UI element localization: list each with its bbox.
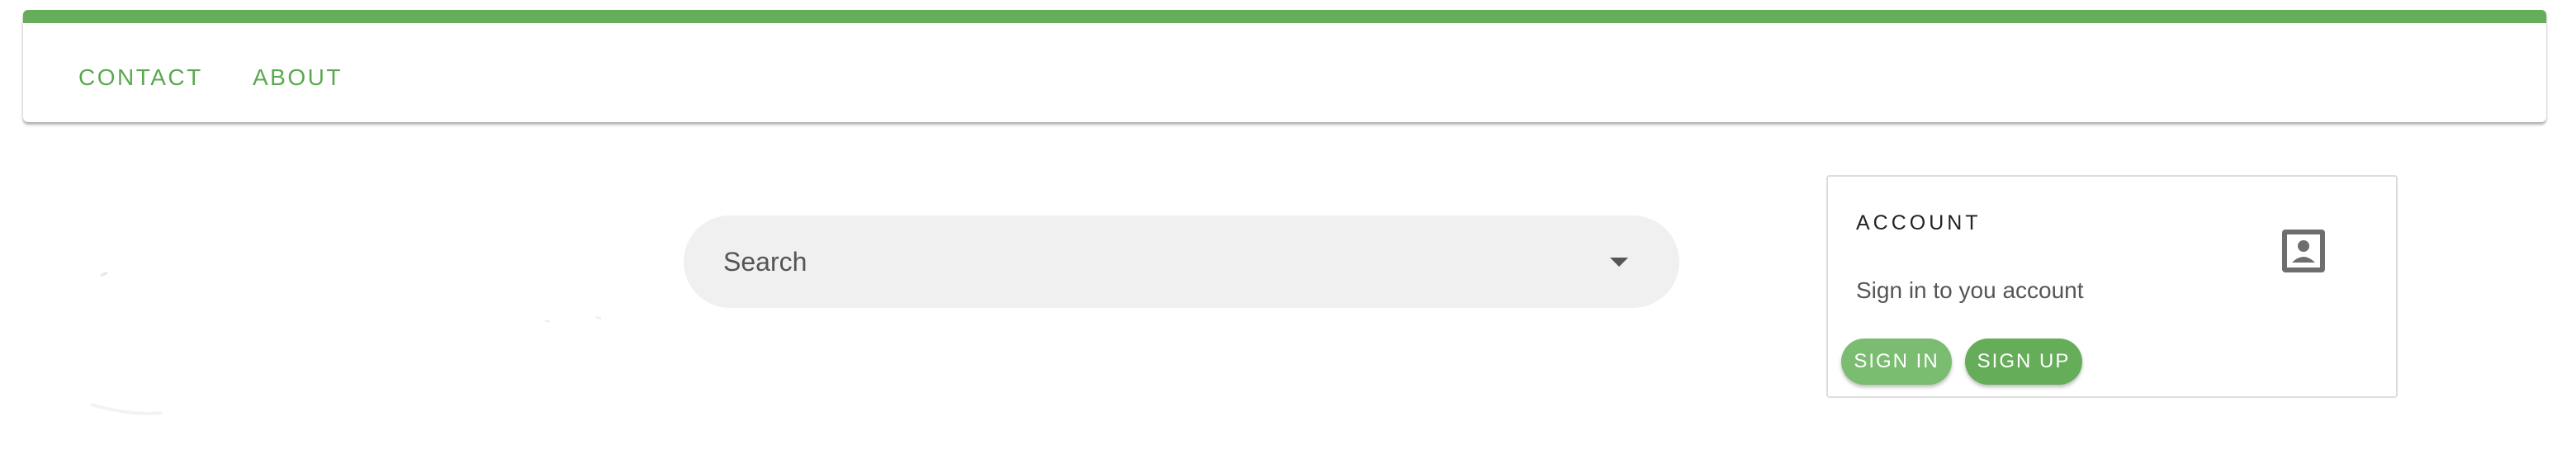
- nav-contact-link[interactable]: CONTACT: [78, 64, 203, 91]
- top-navigation-bar: CONTACT ABOUT: [23, 10, 2546, 122]
- account-card: ACCOUNT Sign in to you account SIGN IN S…: [1826, 175, 2398, 398]
- chevron-down-icon[interactable]: [1610, 258, 1628, 267]
- account-title: ACCOUNT: [1856, 211, 1982, 234]
- account-subtitle: Sign in to you account: [1856, 277, 2084, 303]
- sign-up-button[interactable]: SIGN UP: [1965, 339, 2082, 385]
- search-placeholder: Search: [723, 247, 807, 277]
- account-box-icon: [2282, 230, 2325, 272]
- sign-in-button[interactable]: SIGN IN: [1841, 339, 1952, 385]
- logo-image: [90, 271, 602, 415]
- nav-about-link[interactable]: ABOUT: [253, 64, 343, 91]
- search-input[interactable]: Search: [684, 215, 1679, 308]
